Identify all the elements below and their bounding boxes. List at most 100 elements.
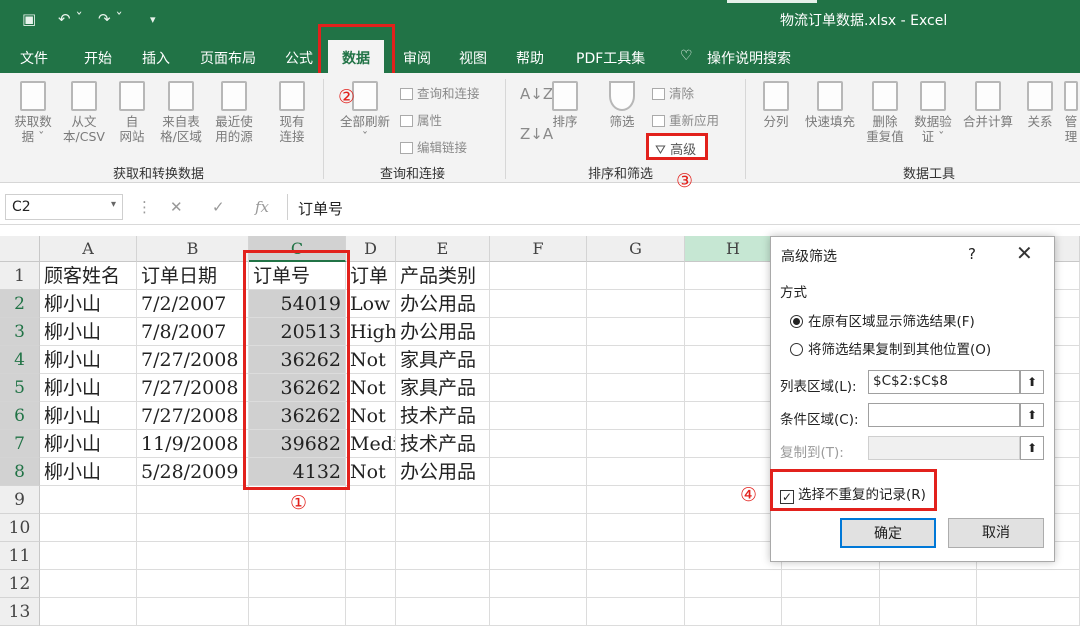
grid-cell[interactable]: Not bbox=[346, 374, 396, 402]
reapply-button[interactable]: 重新应用 bbox=[652, 110, 719, 129]
grid-cell[interactable] bbox=[490, 486, 587, 514]
from-csv-button[interactable]: 从文 本/CSV bbox=[58, 81, 110, 144]
sort-button[interactable]: 排序 bbox=[548, 81, 582, 129]
formula-input[interactable]: 订单号 bbox=[287, 194, 1077, 220]
column-header[interactable]: F bbox=[490, 236, 587, 262]
grid-cell[interactable]: 技术产品 bbox=[396, 430, 490, 458]
grid-cell[interactable]: 办公用品 bbox=[396, 458, 490, 486]
grid-cell[interactable] bbox=[685, 570, 782, 598]
grid-cell[interactable]: 11/9/2008 bbox=[137, 430, 249, 458]
queries-connections-button[interactable]: 查询和连接 bbox=[400, 83, 480, 102]
row-header[interactable]: 7 bbox=[0, 430, 40, 458]
grid-cell[interactable] bbox=[346, 542, 396, 570]
radio-filter-in-place[interactable]: 在原有区域显示筛选结果(F) bbox=[790, 310, 975, 330]
grid-cell[interactable] bbox=[396, 514, 490, 542]
grid-cell[interactable] bbox=[685, 346, 782, 374]
grid-cell[interactable] bbox=[880, 598, 977, 626]
grid-cell[interactable] bbox=[587, 262, 685, 290]
grid-cell[interactable] bbox=[587, 458, 685, 486]
grid-cell[interactable] bbox=[40, 542, 137, 570]
row-header[interactable]: 8 bbox=[0, 458, 40, 486]
save-icon[interactable]: ▣ bbox=[22, 10, 36, 28]
text-to-columns-button[interactable]: 分列 bbox=[756, 81, 796, 129]
grid-cell[interactable] bbox=[396, 598, 490, 626]
grid-cell[interactable] bbox=[587, 430, 685, 458]
grid-cell[interactable] bbox=[346, 486, 396, 514]
collapse-dialog-icon[interactable]: ⬆ bbox=[1020, 370, 1044, 394]
row-header[interactable]: 9 bbox=[0, 486, 40, 514]
grid-cell[interactable] bbox=[137, 570, 249, 598]
advanced-filter-button[interactable]: ⛛ 高级 bbox=[646, 133, 708, 160]
row-header[interactable]: 2 bbox=[0, 290, 40, 318]
criteria-range-input[interactable] bbox=[868, 403, 1020, 427]
grid-cell[interactable] bbox=[587, 318, 685, 346]
grid-cell[interactable]: 办公用品 bbox=[396, 318, 490, 346]
grid-cell[interactable]: Low bbox=[346, 290, 396, 318]
grid-cell[interactable] bbox=[685, 542, 782, 570]
column-header[interactable]: D bbox=[346, 236, 396, 262]
grid-cell[interactable] bbox=[587, 598, 685, 626]
grid-cell[interactable] bbox=[40, 486, 137, 514]
grid-cell[interactable] bbox=[490, 542, 587, 570]
chevron-down-icon[interactable]: ▾ bbox=[111, 199, 116, 210]
grid-cell[interactable]: Not bbox=[346, 402, 396, 430]
grid-cell[interactable] bbox=[587, 486, 685, 514]
grid-cell[interactable] bbox=[685, 262, 782, 290]
ok-button[interactable]: 确定 bbox=[840, 518, 936, 548]
grid-cell[interactable]: 柳小山 bbox=[40, 290, 137, 318]
grid-cell[interactable] bbox=[490, 318, 587, 346]
grid-cell[interactable]: 7/27/2008 bbox=[137, 346, 249, 374]
row-header[interactable]: 10 bbox=[0, 514, 40, 542]
grid-cell[interactable] bbox=[137, 514, 249, 542]
row-header[interactable]: 3 bbox=[0, 318, 40, 346]
insert-function-icon[interactable]: fx bbox=[255, 198, 269, 216]
grid-cell[interactable]: 7/8/2007 bbox=[137, 318, 249, 346]
recent-sources-button[interactable]: 最近使 用的源 bbox=[208, 81, 260, 144]
grid-cell[interactable] bbox=[249, 570, 346, 598]
grid-cell[interactable]: Not bbox=[346, 346, 396, 374]
grid-cell[interactable] bbox=[137, 542, 249, 570]
tab-file[interactable]: 文件 bbox=[20, 48, 48, 68]
grid-cell[interactable] bbox=[490, 262, 587, 290]
edit-links-button[interactable]: 编辑链接 bbox=[400, 137, 467, 156]
from-web-button[interactable]: 自网站 bbox=[112, 81, 152, 144]
grid-cell[interactable] bbox=[977, 598, 1080, 626]
name-box[interactable]: C2 ▾ bbox=[5, 194, 123, 220]
from-table-button[interactable]: 来自表 格/区域 bbox=[155, 81, 207, 144]
grid-cell[interactable]: High bbox=[346, 318, 396, 346]
grid-cell[interactable] bbox=[396, 570, 490, 598]
row-header[interactable]: 12 bbox=[0, 570, 40, 598]
customize-qat-icon[interactable]: ▾ bbox=[150, 13, 156, 26]
grid-cell[interactable] bbox=[782, 570, 880, 598]
grid-cell[interactable]: 家具产品 bbox=[396, 374, 490, 402]
grid-cell[interactable] bbox=[490, 290, 587, 318]
tell-me-search[interactable]: 操作说明搜索 bbox=[707, 48, 791, 68]
grid-cell[interactable]: Medi bbox=[346, 430, 396, 458]
column-header[interactable]: B bbox=[137, 236, 249, 262]
manage-data-model-button[interactable]: 管理 bbox=[1062, 81, 1080, 144]
redo-icon[interactable]: ↷ ˇ bbox=[98, 10, 123, 28]
grid-cell[interactable]: 柳小山 bbox=[40, 458, 137, 486]
grid-cell[interactable] bbox=[40, 570, 137, 598]
properties-button[interactable]: 属性 bbox=[400, 110, 442, 129]
grid-cell[interactable] bbox=[685, 458, 782, 486]
tab-page-layout[interactable]: 页面布局 bbox=[200, 48, 256, 68]
grid-cell[interactable]: 柳小山 bbox=[40, 346, 137, 374]
row-header[interactable]: 6 bbox=[0, 402, 40, 430]
row-header[interactable]: 1 bbox=[0, 262, 40, 290]
column-header[interactable]: E bbox=[396, 236, 490, 262]
list-range-input[interactable]: $C$2:$C$8 bbox=[868, 370, 1020, 394]
grid-cell[interactable] bbox=[137, 486, 249, 514]
relationships-button[interactable]: 关系 bbox=[1022, 81, 1058, 129]
consolidate-button[interactable]: 合并计算 bbox=[958, 81, 1018, 129]
data-validation-button[interactable]: 数据验证 ˇ bbox=[910, 81, 956, 144]
grid-cell[interactable] bbox=[685, 290, 782, 318]
clear-filter-button[interactable]: 清除 bbox=[652, 83, 694, 102]
grid-cell[interactable] bbox=[490, 514, 587, 542]
grid-cell[interactable] bbox=[490, 402, 587, 430]
grid-cell[interactable] bbox=[587, 290, 685, 318]
grid-cell[interactable]: 柳小山 bbox=[40, 430, 137, 458]
grid-cell[interactable] bbox=[346, 570, 396, 598]
grid-cell[interactable]: 7/27/2008 bbox=[137, 402, 249, 430]
flash-fill-button[interactable]: 快速填充 bbox=[800, 81, 860, 129]
